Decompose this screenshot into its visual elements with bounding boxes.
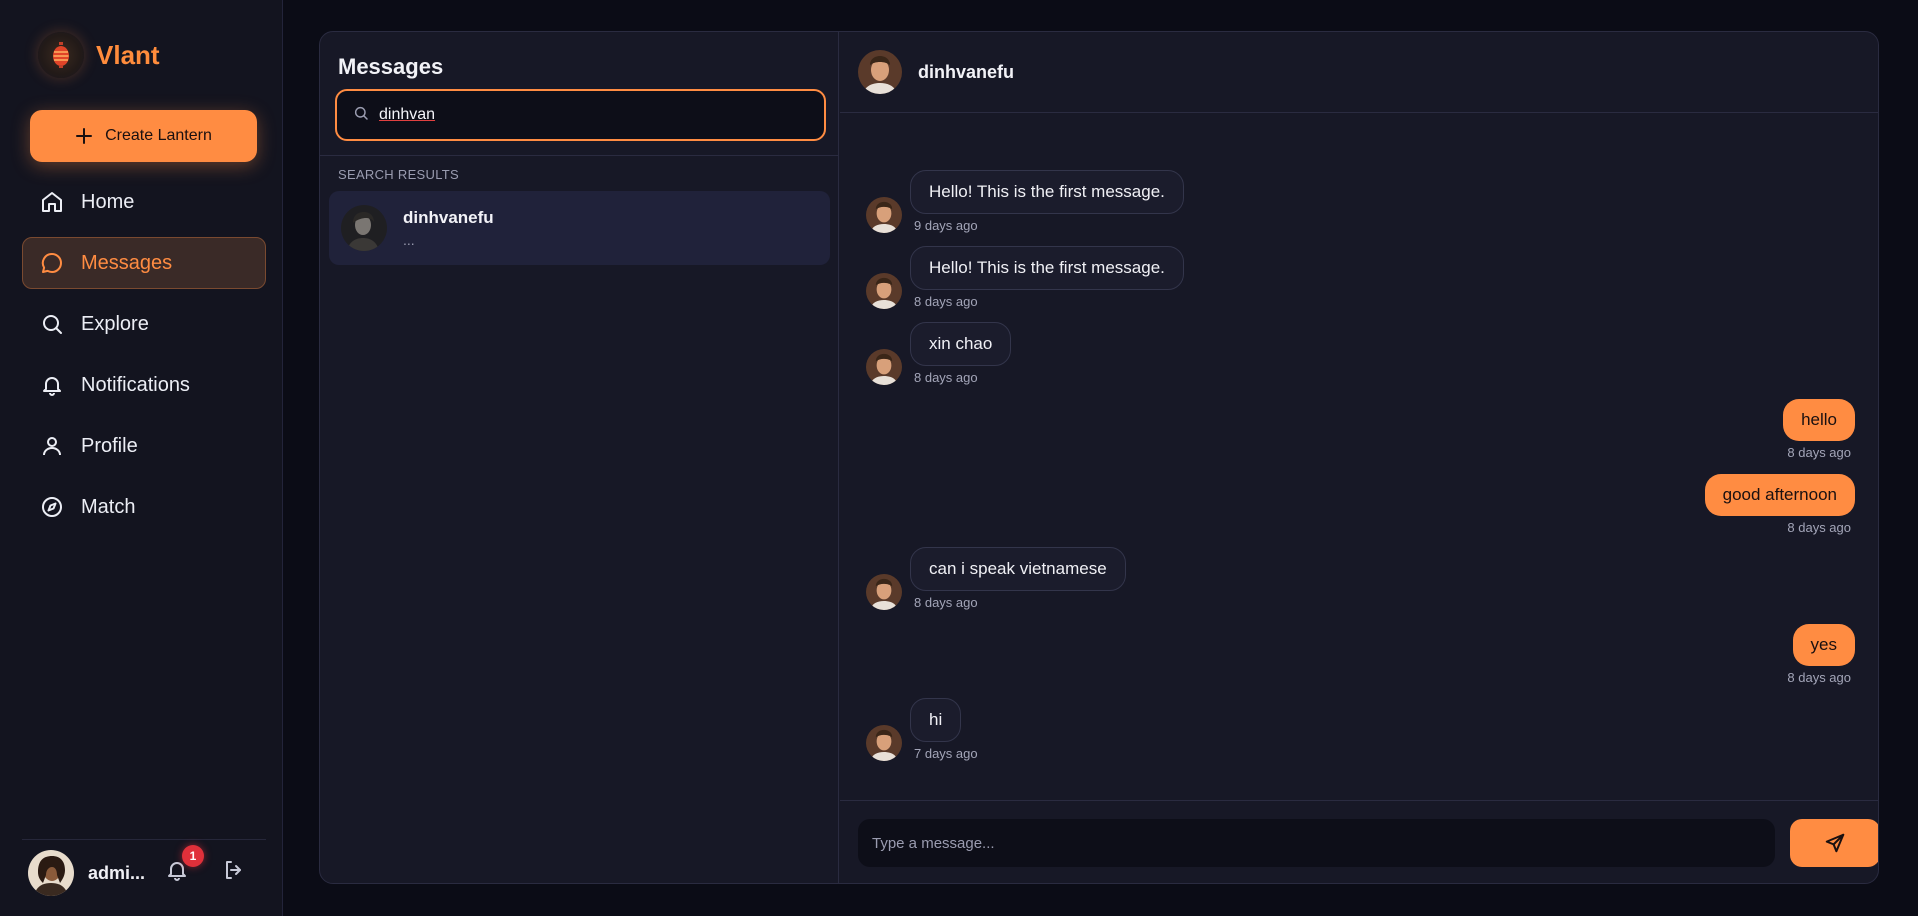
- incoming-message: can i speak vietnamese 8 days ago: [866, 547, 1126, 610]
- sender-avatar: [866, 349, 902, 385]
- incoming-message: hi 7 days ago: [866, 698, 978, 761]
- contact-avatar[interactable]: [858, 50, 902, 94]
- logout-button[interactable]: [222, 858, 248, 884]
- compass-icon: [39, 494, 65, 520]
- chat-header: dinhvanefu: [840, 32, 1878, 113]
- message-bubble: xin chao: [910, 322, 1012, 366]
- user-avatar: [28, 850, 74, 896]
- sidebar-item-label: Explore: [81, 312, 149, 335]
- sender-avatar: [866, 197, 902, 233]
- sidebar-item-label: Profile: [81, 434, 138, 457]
- sidebar-item-label: Match: [81, 495, 136, 518]
- message-bubble: Hello! This is the first message.: [910, 246, 1184, 290]
- sidebar: Vlant Create Lantern Home Messages Explo…: [0, 0, 283, 916]
- message-timestamp: 8 days ago: [914, 595, 978, 610]
- sidebar-item-label: Notifications: [81, 373, 190, 396]
- message-bubble: hi: [910, 698, 962, 742]
- sender-avatar: [866, 273, 902, 309]
- chat-pane: dinhvanefu Hello! This is the first mess…: [840, 32, 1878, 883]
- message-timestamp: 7 days ago: [914, 746, 978, 761]
- create-lantern-button[interactable]: Create Lantern: [30, 110, 257, 162]
- outgoing-message: hello 8 days ago: [1783, 399, 1855, 460]
- sidebar-item-profile[interactable]: Profile: [22, 420, 266, 472]
- incoming-message: Hello! This is the first message. 8 days…: [866, 246, 1184, 309]
- sidebar-item-label: Home: [81, 190, 135, 213]
- message-timestamp: 8 days ago: [1787, 520, 1851, 535]
- brand[interactable]: Vlant: [38, 32, 160, 78]
- message-timestamp: 8 days ago: [914, 294, 978, 309]
- plus-icon: [75, 127, 93, 145]
- message-timestamp: 8 days ago: [1787, 445, 1851, 460]
- search-results-label: SEARCH RESULTS: [338, 167, 459, 182]
- incoming-message: Hello! This is the first message. 9 days…: [866, 170, 1184, 233]
- message-bubble: yes: [1792, 624, 1855, 666]
- sidebar-footer-divider: [22, 839, 266, 840]
- search-icon: [39, 311, 65, 337]
- brand-name: Vlant: [96, 39, 160, 70]
- result-avatar: [341, 205, 387, 251]
- bell-icon: [39, 372, 65, 398]
- notification-count-badge: 1: [182, 845, 204, 867]
- message-list: Hello! This is the first message. 9 days…: [840, 114, 1878, 761]
- sidebar-item-label: Messages: [81, 251, 173, 274]
- incoming-message: xin chao 8 days ago: [866, 322, 1012, 385]
- sidebar-nav: Home Messages Explore Notifications Prof…: [22, 176, 266, 542]
- send-icon: [1825, 833, 1845, 853]
- message-bubble: can i speak vietnamese: [910, 547, 1126, 591]
- page-title: Messages: [338, 54, 444, 79]
- message-icon: [39, 250, 65, 276]
- sender-avatar: [866, 725, 902, 761]
- search-input[interactable]: [379, 106, 799, 124]
- sidebar-item-notifications[interactable]: Notifications: [22, 359, 266, 411]
- outgoing-message: good afternoon 8 days ago: [1704, 474, 1855, 535]
- sender-avatar: [866, 574, 902, 610]
- home-icon: [39, 189, 65, 215]
- create-lantern-label: Create Lantern: [105, 127, 212, 144]
- message-bubble: hello: [1783, 399, 1855, 441]
- user-name: admi...: [88, 862, 146, 883]
- divider: [320, 155, 839, 156]
- contact-name[interactable]: dinhvanefu: [918, 62, 1014, 83]
- message-timestamp: 9 days ago: [914, 218, 978, 233]
- search-result-item[interactable]: dinhvanefu ...: [329, 191, 830, 265]
- search-icon: [353, 105, 369, 126]
- conversation-list-pane: Messages SEARCH RESULTS dinhvanefu ...: [320, 32, 839, 883]
- sidebar-item-explore[interactable]: Explore: [22, 298, 266, 350]
- search-field[interactable]: [335, 89, 826, 141]
- sidebar-item-match[interactable]: Match: [22, 481, 266, 533]
- message-timestamp: 8 days ago: [914, 370, 978, 385]
- current-user[interactable]: admi...: [28, 850, 145, 896]
- sidebar-item-home[interactable]: Home: [22, 176, 266, 228]
- message-input[interactable]: [858, 819, 1775, 867]
- message-timestamp: 8 days ago: [1787, 670, 1851, 685]
- message-bubble: good afternoon: [1704, 474, 1855, 516]
- message-composer: [840, 800, 1878, 883]
- messages-card: Messages SEARCH RESULTS dinhvanefu ...: [319, 31, 1879, 884]
- outgoing-message: yes 8 days ago: [1783, 624, 1855, 685]
- result-preview: ...: [403, 232, 415, 248]
- sidebar-item-messages[interactable]: Messages: [22, 237, 266, 289]
- send-button[interactable]: [1790, 819, 1878, 867]
- user-icon: [39, 433, 65, 459]
- message-bubble: Hello! This is the first message.: [910, 170, 1184, 214]
- lantern-logo-icon: [38, 32, 84, 78]
- result-name: dinhvanefu: [403, 208, 494, 227]
- logout-icon: [226, 861, 241, 879]
